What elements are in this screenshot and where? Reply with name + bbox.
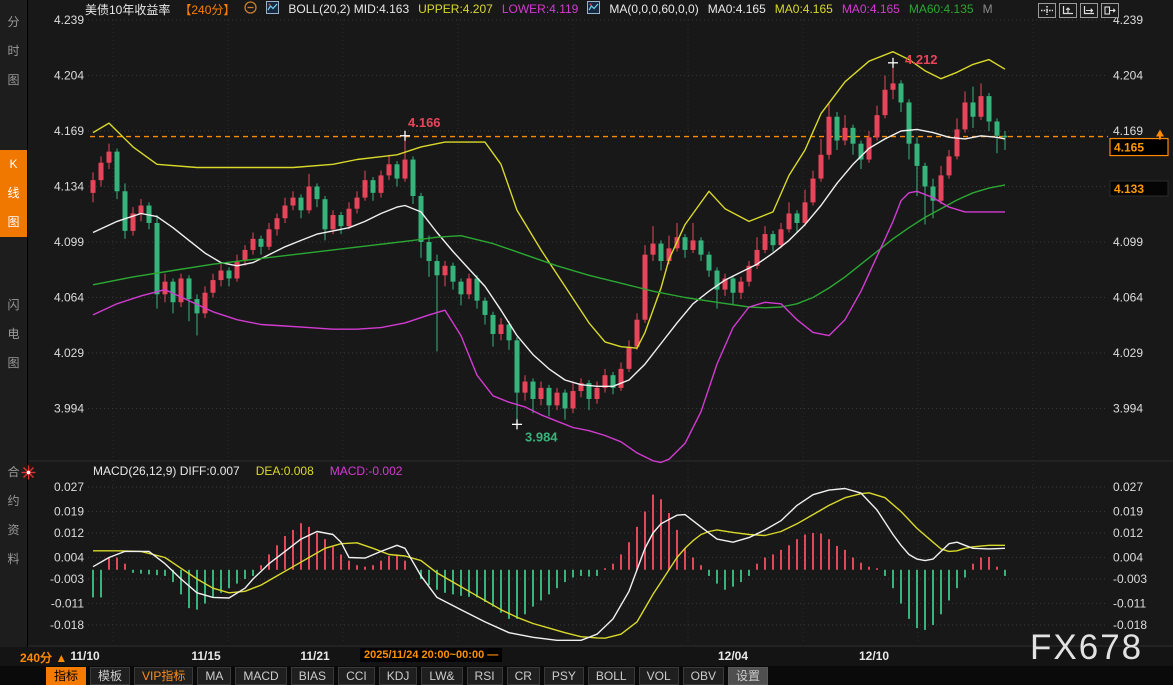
toolbar-button-RSI[interactable]: RSI — [467, 667, 503, 685]
header-label: MA0:4.165 — [842, 2, 900, 16]
toolbar-button-VOL[interactable]: VOL — [639, 667, 679, 685]
selected-bar-time: 2025/11/24 20:00~00:00 — — [360, 648, 502, 662]
svg-text:-0.011: -0.011 — [51, 597, 84, 611]
header-label: LOWER:4.119 — [502, 2, 578, 16]
sidebar-tab-闪电图[interactable]: 闪 电 图 — [0, 291, 27, 378]
indicator-marker-icon[interactable] — [21, 465, 36, 485]
sidebar: 分 时 图K 线 图闪 电 图合 约 资 料 — [0, 0, 28, 647]
svg-text:0.019: 0.019 — [1113, 505, 1143, 519]
window-controls — [1038, 3, 1119, 18]
axis-scale-right-icon[interactable] — [1080, 3, 1098, 18]
x-axis-date-label: 12/10 — [859, 649, 889, 663]
svg-text:0.004: 0.004 — [1113, 551, 1143, 565]
svg-text:4.212: 4.212 — [905, 52, 938, 67]
svg-text:-0.003: -0.003 — [50, 572, 84, 586]
svg-text:4.166: 4.166 — [408, 115, 441, 130]
svg-text:-0.003: -0.003 — [1113, 572, 1147, 586]
header-label: 美债10年收益率 — [85, 1, 170, 18]
chart-canvas[interactable]: 4.2394.2394.2044.2044.1694.1694.1344.134… — [0, 0, 1173, 685]
svg-text:-0.011: -0.011 — [1113, 597, 1146, 611]
toolbar-button-VIP指标[interactable]: VIP指标 — [134, 667, 193, 685]
header-label: BOLL(20,2) MID:4.163 — [288, 2, 409, 16]
svg-text:4.239: 4.239 — [54, 13, 84, 27]
toolbar-button-MA[interactable]: MA — [197, 667, 231, 685]
svg-text:0.004: 0.004 — [54, 551, 84, 565]
svg-text:4.169: 4.169 — [54, 124, 84, 138]
sidebar-tab-K线图[interactable]: K 线 图 — [0, 150, 27, 237]
toolbar-button-CCI[interactable]: CCI — [338, 667, 375, 685]
pan-right-icon[interactable] — [1101, 3, 1119, 18]
toolbar-button-BOLL[interactable]: BOLL — [588, 667, 635, 685]
watermark: FX678 — [1030, 628, 1143, 668]
header-label: MA60:4.135 — [909, 2, 974, 16]
toolbar-button-CR[interactable]: CR — [507, 667, 540, 685]
svg-text:4.204: 4.204 — [1113, 68, 1143, 82]
axis-scale-up-icon[interactable] — [1059, 3, 1077, 18]
toolbar-button-设置[interactable]: 设置 — [728, 667, 768, 685]
header-label: MA(0,0,0,60,0,0) — [609, 2, 698, 16]
svg-text:4.165: 4.165 — [1114, 141, 1144, 155]
toolbar-button-BIAS[interactable]: BIAS — [291, 667, 334, 685]
header-label: M — [983, 2, 993, 16]
indicator-chart-icon[interactable] — [587, 1, 600, 17]
time-axis-row: 240分 ▲ 2025/11/24 20:00~00:00 — 11/10 11/… — [0, 647, 1173, 666]
svg-text:4.204: 4.204 — [54, 68, 84, 82]
toolbar-button-OBV[interactable]: OBV — [683, 667, 724, 685]
x-axis-date-label: 11/15 — [191, 649, 220, 663]
svg-text:4.064: 4.064 — [54, 290, 84, 304]
svg-text:3.994: 3.994 — [54, 401, 84, 415]
period-selector[interactable]: 240分 ▲ — [20, 649, 67, 666]
x-axis-date-label: 11/21 — [300, 649, 329, 663]
svg-text:4.099: 4.099 — [1113, 235, 1143, 249]
indicator-header: 美债10年收益率【240分】 BOLL(20,2) MID:4.163 UPPER:… — [85, 1, 993, 17]
svg-text:0.012: 0.012 — [54, 526, 84, 540]
toolbar-button-MACD[interactable]: MACD — [235, 667, 286, 685]
svg-text:4.029: 4.029 — [54, 346, 84, 360]
macd-header-label: DEA:0.008 — [256, 464, 314, 478]
indicator-chart-icon[interactable] — [266, 1, 279, 17]
svg-text:0.027: 0.027 — [1113, 480, 1143, 494]
toolbar-button-KDJ[interactable]: KDJ — [379, 667, 418, 685]
toolbar-button-LW&[interactable]: LW& — [421, 667, 462, 685]
header-label: UPPER:4.207 — [418, 2, 493, 16]
svg-text:4.134: 4.134 — [54, 179, 84, 193]
svg-text:0.012: 0.012 — [1113, 526, 1143, 540]
svg-text:4.099: 4.099 — [54, 235, 84, 249]
svg-text:4.169: 4.169 — [1113, 124, 1143, 138]
crosshair-icon[interactable] — [1038, 3, 1056, 18]
macd-header-label: MACD:-0.002 — [330, 464, 403, 478]
x-axis-date-label: 12/04 — [718, 649, 748, 663]
svg-text:3.994: 3.994 — [1113, 401, 1143, 415]
toolbar-button-模板[interactable]: 模板 — [90, 667, 130, 685]
svg-text:3.984: 3.984 — [525, 429, 558, 444]
indicator-toolbar: 指标模板VIP指标MAMACD BIASCCIKDJLW&RSICRPSYBOLL… — [0, 666, 1173, 685]
svg-text:4.029: 4.029 — [1113, 346, 1143, 360]
app-window: 4.2394.2394.2044.2044.1694.1694.1344.134… — [0, 0, 1173, 685]
header-label: 【240分】 — [179, 1, 235, 18]
x-axis-date-label: 11/10 — [70, 649, 99, 663]
svg-text:4.064: 4.064 — [1113, 290, 1143, 304]
collapse-indicator-icon[interactable] — [244, 1, 257, 17]
svg-text:4.133: 4.133 — [1114, 182, 1144, 196]
header-label: MA0:4.165 — [708, 2, 766, 16]
svg-text:0.027: 0.027 — [54, 480, 84, 494]
sidebar-tab-分时图[interactable]: 分 时 图 — [0, 8, 27, 95]
svg-text:0.019: 0.019 — [54, 505, 84, 519]
macd-header-label: MACD(26,12,9) DIFF:0.007 — [93, 464, 240, 478]
svg-text:-0.018: -0.018 — [50, 618, 84, 632]
header-label: MA0:4.165 — [775, 2, 833, 16]
toolbar-button-指标[interactable]: 指标 — [46, 667, 86, 685]
macd-header: MACD(26,12,9) DIFF:0.007 DEA:0.008 MACD:-0… — [93, 464, 402, 478]
toolbar-button-PSY[interactable]: PSY — [544, 667, 584, 685]
